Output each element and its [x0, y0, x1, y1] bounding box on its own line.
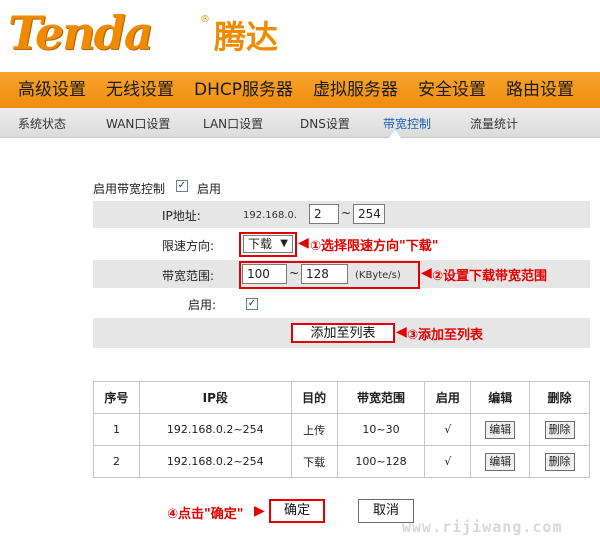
bw-unit: (KByte/s) — [355, 270, 401, 281]
nav-advanced-settings[interactable]: 高级设置 — [0, 72, 96, 108]
col-enabled: 启用 — [424, 381, 472, 414]
subnav-wan-settings[interactable]: WAN口设置 — [106, 108, 170, 138]
table-header-row: 序号 IP段 目的 带宽范围 启用 编辑 删除 — [93, 381, 590, 414]
enable-bw-text: 启用 — [197, 182, 222, 196]
col-delete: 删除 — [529, 381, 590, 414]
direction-select-value: 下载 — [248, 237, 273, 251]
bw-label: 带宽范围: — [162, 269, 215, 283]
enable-bw-checkbox[interactable]: ✓ — [176, 180, 188, 192]
row-ip-range: 192.168.0.2~254 — [138, 445, 292, 478]
sub-nav: 系统状态 WAN口设置 LAN口设置 DNS设置 带宽控制 流量统计 — [0, 108, 600, 138]
ip-label: IP地址: — [162, 209, 201, 223]
subnav-system-status[interactable]: 系统状态 — [18, 108, 66, 138]
nav-virtual-server[interactable]: 虚拟服务器 — [303, 72, 408, 108]
arrow-left-icon: ◀ — [396, 324, 407, 340]
enable-bw-label: 启用带宽控制 — [93, 182, 166, 196]
nav-routing-settings[interactable]: 路由设置 — [496, 72, 584, 108]
row-delete-cell: 删除 — [529, 445, 590, 478]
table-row: 1 192.168.0.2~254 上传 10~30 √ 编辑 删除 — [93, 413, 590, 446]
chevron-down-icon: ▼ — [280, 238, 288, 249]
main-nav: 高级设置 无线设置 DHCP服务器 虚拟服务器 安全设置 路由设置 — [0, 72, 600, 108]
ok-button[interactable]: 确定 — [269, 499, 325, 523]
edit-button[interactable]: 编辑 — [485, 452, 516, 471]
row-bw-range: 10~30 — [336, 413, 426, 446]
enable-checkbox[interactable]: ✓ — [246, 298, 258, 310]
tenda-logo: Tenda — [8, 6, 154, 60]
direction-label: 限速方向: — [162, 239, 215, 253]
bw-min-input[interactable]: 100 — [242, 264, 287, 284]
col-direction: 目的 — [290, 381, 338, 414]
row-direction: 下载 — [290, 445, 338, 478]
direction-select[interactable]: 下载 ▼ — [243, 235, 293, 253]
ip-end-input[interactable]: 254 — [353, 204, 385, 224]
registered-mark: ® — [200, 14, 210, 25]
enable-label: 启用: — [188, 298, 217, 312]
tenda-logo-cn: 腾达 — [214, 18, 279, 56]
subnav-lan-settings[interactable]: LAN口设置 — [203, 108, 263, 138]
logo-bar: Tenda ® 腾达 — [0, 0, 600, 72]
nav-security-settings[interactable]: 安全设置 — [408, 72, 496, 108]
watermark: www.rijiwang.com — [402, 518, 563, 536]
bw-separator: ~ — [289, 266, 300, 280]
add-to-list-button[interactable]: 添加至列表 — [291, 323, 395, 343]
row-direction: 上传 — [290, 413, 338, 446]
subnav-dns-settings[interactable]: DNS设置 — [300, 108, 350, 138]
row-enabled: √ — [424, 413, 472, 446]
active-tab-marker — [389, 130, 401, 138]
subnav-traffic-stats[interactable]: 流量统计 — [470, 108, 518, 138]
arrow-left-icon: ◀ — [298, 235, 309, 251]
edit-button[interactable]: 编辑 — [485, 420, 516, 439]
row-edit-cell: 编辑 — [470, 445, 531, 478]
nav-wireless-settings[interactable]: 无线设置 — [96, 72, 184, 108]
ip-prefix: 192.168.0. — [243, 210, 298, 221]
annotation-1: ①选择限速方向"下载" — [310, 239, 439, 254]
col-bw-range: 带宽范围 — [336, 381, 426, 414]
content-area: 启用带宽控制 ✓ 启用 IP地址: 192.168.0. 2 ~ 254 限速方… — [0, 139, 600, 544]
col-index: 序号 — [93, 381, 140, 414]
row-delete-cell: 删除 — [529, 413, 590, 446]
col-ip-range: IP段 — [138, 381, 292, 414]
delete-button[interactable]: 删除 — [544, 452, 575, 471]
bw-max-input[interactable]: 128 — [301, 264, 348, 284]
delete-button[interactable]: 删除 — [544, 420, 575, 439]
arrow-right-icon: ▶ — [254, 503, 265, 519]
ip-start-input[interactable]: 2 — [309, 204, 339, 224]
annotation-2: ②设置下载带宽范围 — [432, 269, 548, 284]
arrow-left-icon: ◀ — [421, 265, 432, 281]
row-edit-cell: 编辑 — [470, 413, 531, 446]
ip-separator: ~ — [341, 206, 352, 220]
row-ip-range: 192.168.0.2~254 — [138, 413, 292, 446]
row-index: 1 — [93, 413, 140, 446]
bandwidth-rules-table: 序号 IP段 目的 带宽范围 启用 编辑 删除 1 192.168.0.2~25… — [93, 381, 590, 478]
row-bw-range: 100~128 — [336, 445, 426, 478]
nav-dhcp-server[interactable]: DHCP服务器 — [184, 72, 303, 108]
row-index: 2 — [93, 445, 140, 478]
annotation-4: ④点击"确定" — [167, 507, 244, 522]
col-edit: 编辑 — [470, 381, 531, 414]
table-row: 2 192.168.0.2~254 下载 100~128 √ 编辑 删除 — [93, 445, 590, 478]
annotation-3: ③添加至列表 — [407, 328, 484, 343]
row-enabled: √ — [424, 445, 472, 478]
